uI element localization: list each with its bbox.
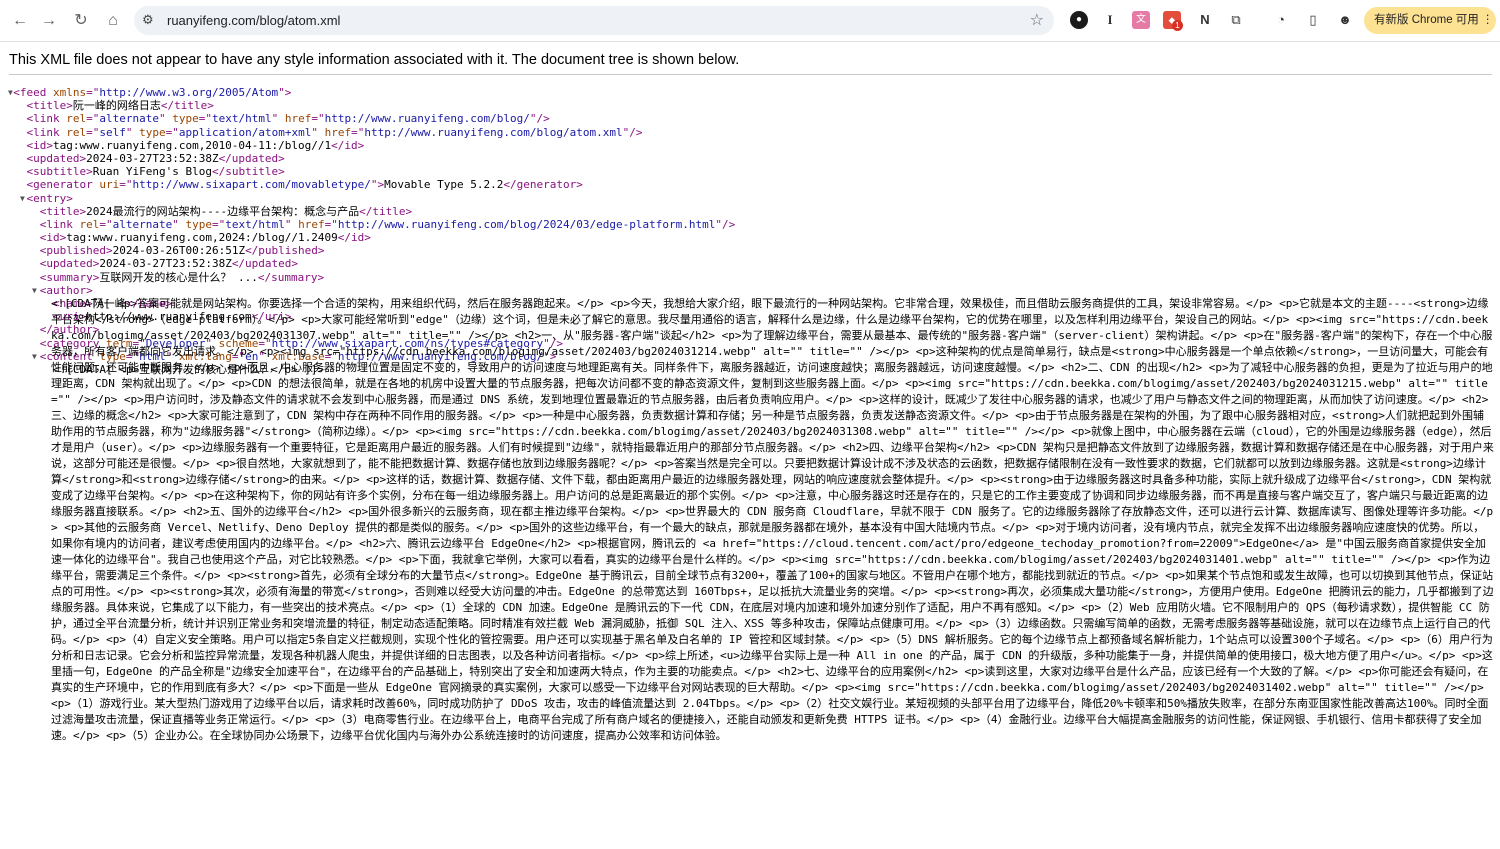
xml-entry-summary: <summary>互联网开发的核心是什么？ ...</summary>	[39, 270, 325, 284]
collapse-triangle-icon[interactable]: ▼	[32, 284, 37, 297]
side-panel-icon[interactable]: ▯	[1304, 11, 1322, 29]
forward-icon[interactable]: →	[39, 11, 59, 31]
feed-subtitle-text: Ruan YiFeng's Blog	[92, 165, 212, 179]
extension-badge-count: 1	[1172, 20, 1183, 31]
extension-badge-icon[interactable]: ◆ 1	[1163, 11, 1183, 31]
xml-style-notice: This XML file does not appear to have an…	[9, 52, 740, 68]
xml-entry-updated: <updated>2024-03-27T23:52:38Z</updated>	[39, 257, 299, 271]
entry-updated-text: 2024-03-27T23:52:38Z	[99, 257, 232, 271]
xml-entry-open: ▼ <entry>	[20, 191, 73, 205]
entry-link-href: http://www.ruanyifeng.com/blog/2024/03/e…	[337, 217, 716, 231]
xml-entry-link: <link rel="alternate" type="text/html" h…	[39, 217, 736, 231]
feed-id-text: tag:www.ruanyifeng.com,2010-04-11:/blog/…	[53, 138, 332, 152]
home-icon[interactable]: ⌂	[103, 11, 123, 31]
xml-feed-open: ▼ <feed xmlns="http://www.w3.org/2005/At…	[8, 86, 292, 99]
collapse-triangle-icon[interactable]: ▼	[32, 350, 37, 363]
url-text[interactable]: ruanyifeng.com/blog/atom.xml	[167, 13, 340, 28]
xml-id: <id>tag:www.ruanyifeng.com,2010-04-11:/b…	[26, 138, 365, 152]
xml-entry-published: <published>2024-03-26T00:26:51Z</publish…	[39, 244, 325, 258]
extension-translate-icon[interactable]: 文	[1132, 11, 1150, 29]
collapse-triangle-icon[interactable]: ▼	[20, 192, 25, 205]
extension-cursor-icon[interactable]: I	[1101, 11, 1119, 29]
xml-generator: <generator uri="http://www.sixapart.com/…	[26, 178, 583, 192]
xml-updated: <updated>2024-03-27T23:52:38Z</updated>	[26, 151, 285, 165]
xml-cdata-body: <![CDATA[ <p>答案可能就是网站架构。你要选择一个合适的架构，用来组织…	[51, 297, 1494, 742]
entry-published-text: 2024-03-26T00:26:51Z	[112, 244, 246, 258]
notice-divider	[9, 74, 1492, 75]
feed-updated-text: 2024-03-27T23:52:38Z	[86, 151, 219, 165]
extension-circle-icon[interactable]: ●	[1070, 11, 1088, 29]
bookmark-star-icon[interactable]: ☆	[1030, 10, 1044, 30]
xml-link-alternate: <link rel="alternate" type="text/html" h…	[26, 112, 550, 126]
xml-entry-id: <id>tag:www.ruanyifeng.com,2024:/blog//1…	[39, 231, 371, 245]
entry-id-text: tag:www.ruanyifeng.com,2024:/blog//1.240…	[66, 231, 338, 245]
profile-avatar-icon[interactable]: ☻	[1336, 11, 1354, 29]
site-info-icon[interactable]: ⚙	[142, 12, 154, 28]
xml-title: <title>阮一峰的网络日志</title>	[26, 99, 214, 113]
browser-toolbar: ← → ↻ ⌂ ⚙ ruanyifeng.com/blog/atom.xml ☆…	[0, 0, 1500, 42]
address-bar[interactable]: ⚙ ruanyifeng.com/blog/atom.xml ☆	[134, 6, 1054, 35]
chrome-update-label: 有新版 Chrome 可用	[1374, 14, 1479, 26]
generator-uri: http://www.sixapart.com/movabletype/	[132, 178, 371, 192]
feed-title-text: 阮一峰的网络日志	[72, 99, 161, 113]
chrome-update-button[interactable]: 有新版 Chrome 可用 ⋮	[1364, 7, 1496, 34]
collapse-triangle-icon[interactable]: ▼	[8, 86, 13, 99]
xml-link-self: <link rel="self" type="application/atom+…	[26, 125, 643, 139]
entry-title-text: 2024最流行的网站架构----边缘平台架构：概念与产品	[86, 204, 360, 218]
reload-icon[interactable]: ↻	[71, 11, 91, 31]
xml-subtitle: <subtitle>Ruan YiFeng's Blog</subtitle>	[26, 165, 285, 179]
back-icon[interactable]: ←	[10, 11, 30, 31]
menu-kebab-icon[interactable]: ⋮	[1482, 14, 1494, 26]
generator-text: Movable Type 5.2.2	[384, 178, 504, 192]
xml-entry-title: <title>2024最流行的网站架构----边缘平台架构：概念与产品</tit…	[39, 204, 413, 218]
entry-summary-text: 互联网开发的核心是什么？ ...	[99, 270, 258, 284]
feed-self-href: http://www.ruanyifeng.com/blog/atom.xml	[364, 125, 623, 139]
performance-icon[interactable]: ◔	[1272, 11, 1290, 29]
extensions-puzzle-icon[interactable]: ⧉	[1227, 11, 1245, 29]
feed-alternate-href: http://www.ruanyifeng.com/blog/	[324, 112, 530, 126]
extension-notion-icon[interactable]: N	[1196, 11, 1214, 29]
